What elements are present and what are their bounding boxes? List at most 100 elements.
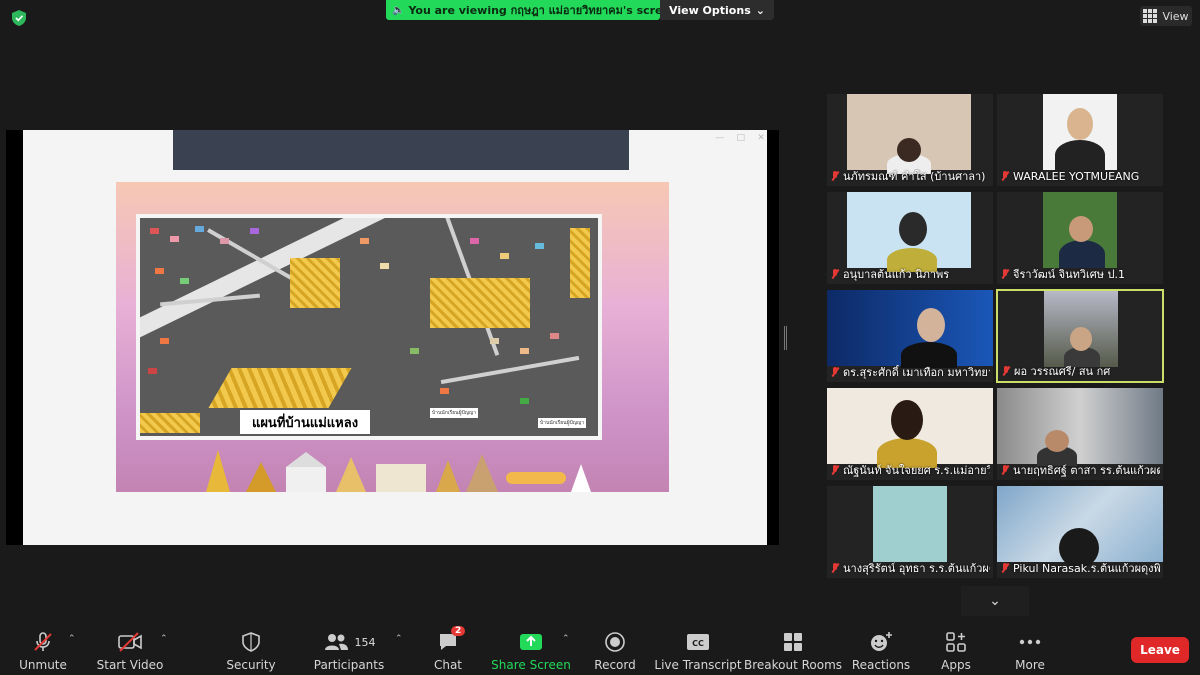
participant-tile[interactable]: จีราวัฒน์ จินทวิเศษ ป.1 <box>997 192 1163 284</box>
house <box>380 263 389 269</box>
video-off-icon <box>117 630 143 654</box>
mic-muted-icon <box>830 366 840 378</box>
participant-name: อนุบาลต้นแก้ว นิภาพร <box>843 268 950 281</box>
splitter-handle[interactable] <box>784 326 787 350</box>
breakout-rooms-button[interactable]: Breakout Rooms <box>744 630 842 672</box>
minimize-icon[interactable]: — <box>715 133 724 143</box>
more-button[interactable]: More <box>985 630 1075 672</box>
participant-name: WARALEE YOTMUEANG <box>1013 169 1140 183</box>
view-button[interactable]: View <box>1140 6 1192 26</box>
live-transcript-button[interactable]: CC Live Transcript <box>653 630 743 672</box>
chat-bubble-icon: 2 <box>437 626 466 654</box>
house <box>220 238 229 244</box>
house <box>170 236 179 242</box>
view-options-label: View Options <box>669 3 751 17</box>
participant-name: นายฤทธิศฐ์ ตาสา รร.ต้นแก้วผดุงพิทยาลัย <box>1013 464 1160 477</box>
video-options-caret-icon[interactable]: ⌃ <box>160 634 168 644</box>
participants-options-caret-icon[interactable]: ⌃ <box>395 634 403 644</box>
reactions-label: Reactions <box>851 658 911 672</box>
house <box>148 368 157 374</box>
house <box>180 278 189 284</box>
participant-name: จีราวัฒน์ จินทวิเศษ ป.1 <box>1013 268 1126 281</box>
live-transcript-label: Live Transcript <box>654 658 742 672</box>
share-options-caret-icon[interactable]: ⌃ <box>562 634 570 644</box>
rice-field <box>570 228 590 298</box>
viewing-screen-banner: 🔈 You are viewing กฤษฎา แม่อายวิทยาคม's … <box>386 0 660 20</box>
participant-name: นางสุริรัตน์ อุทธา ร.ร.ต้นแก้วผดุงพิทยาล… <box>843 562 990 575</box>
leave-button[interactable]: Leave <box>1131 637 1189 663</box>
mic-muted-icon <box>1000 170 1010 182</box>
chat-label: Chat <box>433 658 463 672</box>
participant-tile[interactable]: นายฤทธิศฐ์ ตาสา รร.ต้นแก้วผดุงพิทยาลัย <box>997 388 1163 480</box>
participant-name-row: นายฤทธิศฐ์ ตาสา รร.ต้นแก้วผดุงพิทยาลัย <box>1000 463 1160 477</box>
gallery-next-page-button[interactable]: ⌄ <box>961 586 1029 616</box>
participant-tile[interactable]: นางสุริรัตน์ อุทธา ร.ร.ต้นแก้วผดุงพิทยาล… <box>827 486 993 578</box>
mic-muted-icon <box>1000 268 1010 280</box>
shared-slide: แผนที่บ้านแม่แหลง บ้านนักเรียนผู้ปัญญา บ… <box>23 130 767 545</box>
participant-name-row: อนุบาลต้นแก้ว นิภาพร <box>830 267 990 281</box>
security-button[interactable]: Security <box>206 630 296 672</box>
chat-button[interactable]: 2 Chat <box>403 626 493 672</box>
house <box>500 253 509 259</box>
participant-tile[interactable]: ณัฐนันท์ จันใจยยศ ร.ร.แม่อายวิทยาคม <box>827 388 993 480</box>
record-label: Record <box>594 658 636 672</box>
participant-video <box>827 290 993 368</box>
more-label: More <box>1015 658 1045 672</box>
security-label: Security <box>226 658 276 672</box>
grid-view-icon <box>1143 9 1158 23</box>
participants-button[interactable]: 154 Participants <box>304 630 394 672</box>
encryption-shield-icon[interactable] <box>10 9 28 27</box>
participant-name-row: นภัทรมณฑ์ คำใส (บ้านศาลา) <box>830 169 990 183</box>
shared-screen[interactable]: แผนที่บ้านแม่แหลง บ้านนักเรียนผู้ปัญญา บ… <box>6 130 779 545</box>
participant-tile[interactable]: Pikul Narasak.ร.ต้นแก้วผดุงพิทยาลัย <box>997 486 1163 578</box>
participant-name: ณัฐนันท์ จันใจยยศ ร.ร.แม่อายวิทยาคม <box>843 464 990 477</box>
participant-name-row: WARALEE YOTMUEANG <box>1000 169 1160 183</box>
participant-name-row: นางสุริรัตน์ อุทธา ร.ร.ต้นแก้วผดุงพิทยาล… <box>830 561 990 575</box>
participant-video <box>847 192 971 272</box>
participant-video <box>997 486 1163 568</box>
audio-options-caret-icon[interactable]: ⌃ <box>68 634 76 644</box>
person-silhouette <box>891 400 923 440</box>
house <box>490 338 499 344</box>
apps-label: Apps <box>941 658 971 672</box>
svg-text:CC: CC <box>692 639 704 648</box>
house <box>195 226 204 232</box>
participant-tile[interactable]: WARALEE YOTMUEANG <box>997 94 1163 186</box>
house <box>410 348 419 354</box>
house <box>550 333 559 339</box>
record-button[interactable]: Record <box>570 630 660 672</box>
house <box>250 228 259 234</box>
map-note-right: บ้านนักเรียนผู้ปัญญา <box>538 418 587 428</box>
participant-tile[interactable]: ดร.สุระศักดิ์ เมาเทือก มหาวิทยาลัย <box>827 290 993 382</box>
participant-tile[interactable]: อนุบาลต้นแก้ว นิภาพร <box>827 192 993 284</box>
participant-name: Pikul Narasak.ร.ต้นแก้วผดุงพิทยาลัย <box>1013 562 1160 575</box>
rice-field <box>140 413 200 433</box>
participant-video <box>997 388 1163 466</box>
person-silhouette <box>917 308 945 342</box>
house <box>160 338 169 344</box>
participant-video <box>847 94 971 174</box>
temple-silhouettes <box>206 450 591 492</box>
view-options-button[interactable]: View Options ⌄ <box>660 0 774 20</box>
more-dots-icon <box>1018 630 1042 654</box>
mic-muted-icon <box>830 170 840 182</box>
house <box>440 388 449 394</box>
maximize-icon[interactable]: □ <box>736 133 745 143</box>
participants-count: 154 <box>354 635 376 649</box>
side-road <box>440 355 580 385</box>
map-note-left: บ้านนักเรียนผู้ปัญญา <box>430 408 479 418</box>
close-icon[interactable]: ✕ <box>757 133 765 143</box>
meeting-toolbar: Unmute ⌃ Start Video ⌃ Security 154 Part… <box>0 622 1200 675</box>
participant-video <box>1044 291 1118 367</box>
participant-name-row: ดร.สุระศักดิ์ เมาเทือก มหาวิทยาลัย <box>830 365 990 379</box>
participants-label: Participants <box>313 658 385 672</box>
view-button-label: View <box>1162 9 1189 23</box>
participant-tile-active-speaker[interactable]: ผอ วรรณศรี/ สน กศ <box>996 289 1164 383</box>
participant-name: ผอ วรรณศรี/ สน กศ <box>1014 365 1111 378</box>
participant-tile[interactable]: นภัทรมณฑ์ คำใส (บ้านศาลา) <box>827 94 993 186</box>
viewing-screen-text: You are viewing กฤษฎา แม่อายวิทยาคม's sc… <box>408 4 660 17</box>
participant-name-row: ผอ วรรณศรี/ สน กศ <box>1001 364 1159 378</box>
mic-muted-icon <box>830 268 840 280</box>
participant-name-row: จีราวัฒน์ จินทวิเศษ ป.1 <box>1000 267 1160 281</box>
house <box>470 238 479 244</box>
